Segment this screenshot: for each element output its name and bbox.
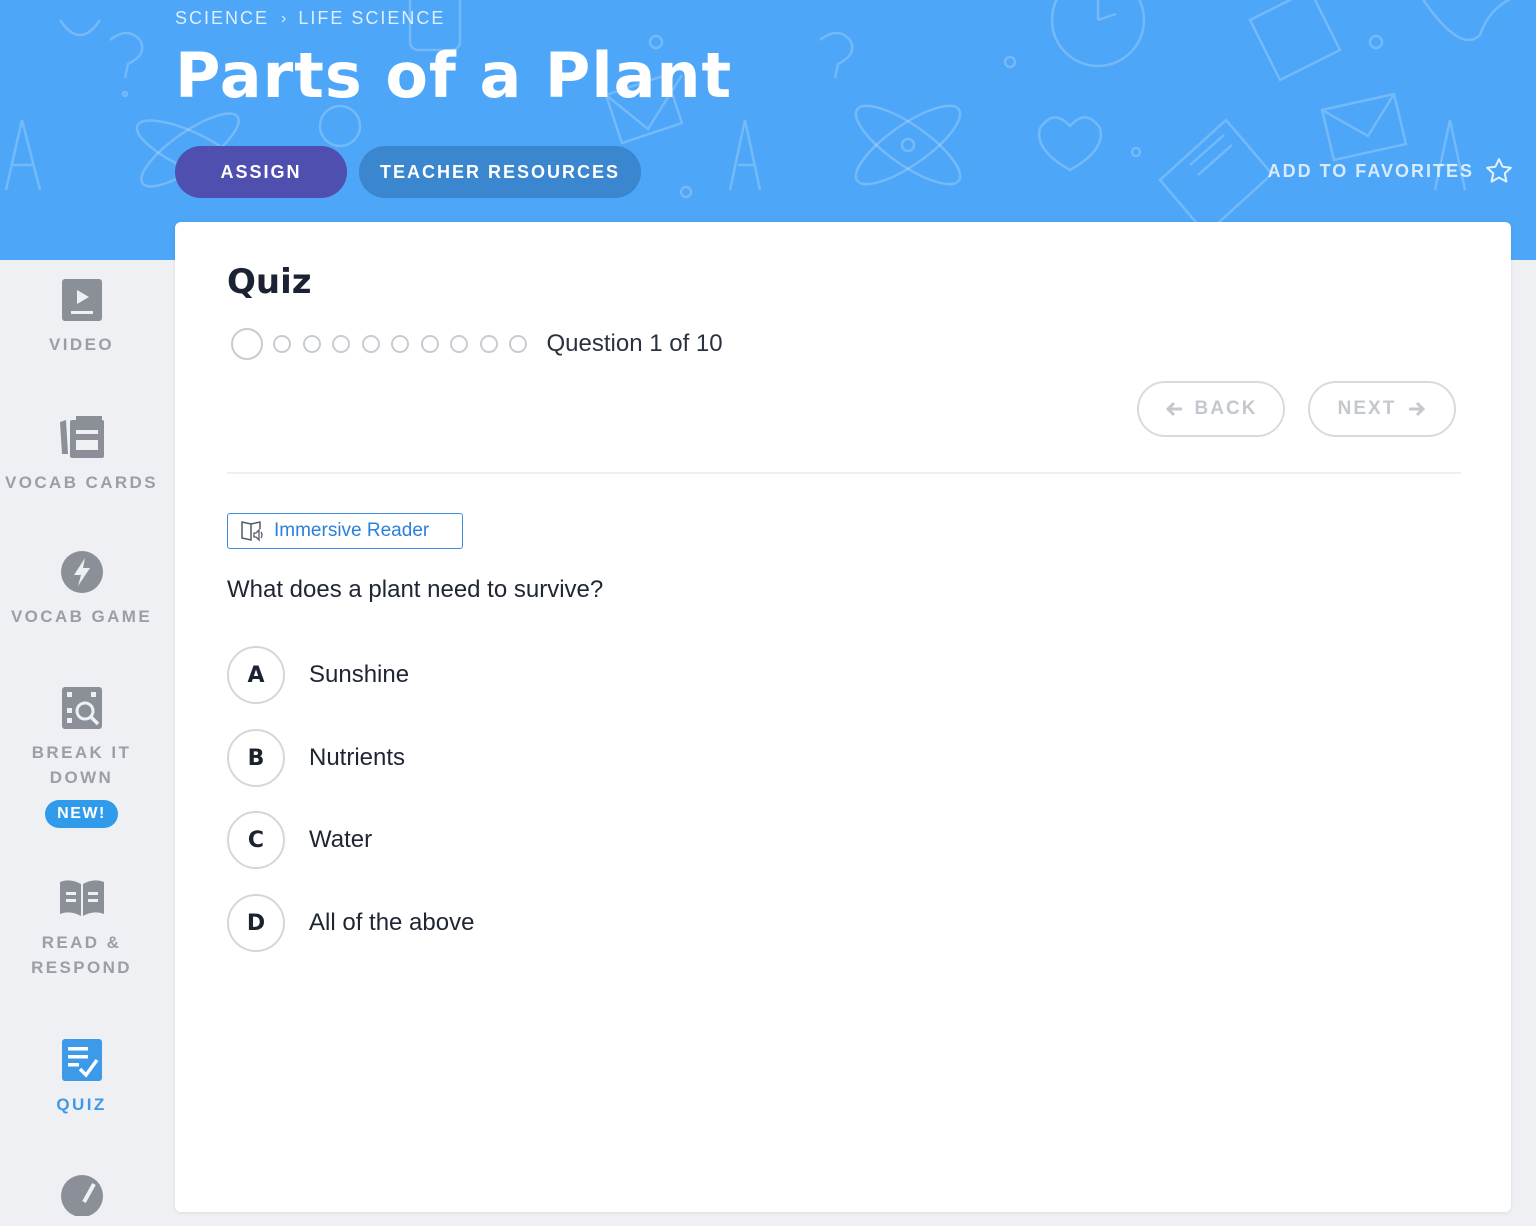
add-to-favorites-button[interactable]: ADD TO FAVORITES [1268,156,1514,186]
pencil-check-icon [60,1175,103,1216]
progress-dot[interactable] [302,335,321,353]
sidebar-item-read-respond[interactable]: READ & RESPOND [0,876,163,980]
sidebar-item-label: VIDEO [49,335,114,354]
progress-dot[interactable] [332,335,350,353]
answer-letter: C [227,811,285,869]
back-label: BACK [1194,398,1258,419]
answer-letter: A [227,646,285,704]
sidebar-item-label-line2: RESPOND [31,958,132,977]
sidebar-item-label-line2: DOWN [49,768,114,787]
lightning-icon [60,551,103,593]
answer-text: All of the above [309,909,475,936]
sidebar-item-break-it-down[interactable]: BREAK IT DOWN NEW! [0,686,163,828]
answer-option-d[interactable]: D All of the above [227,894,474,952]
sidebar-item-label: QUIZ [56,1095,107,1114]
quiz-title: Quiz [227,262,312,302]
progress-dot[interactable] [273,335,291,353]
sidebar-item-label: VOCAB CARDS [5,473,158,492]
add-to-favorites-label: ADD TO FAVORITES [1267,160,1474,181]
progress-dot[interactable] [509,335,527,353]
breadcrumb-life-science[interactable]: LIFE SCIENCE [298,8,445,29]
answer-text: Nutrients [309,744,406,771]
next-button[interactable]: NEXT [1308,381,1456,437]
divider [227,472,1461,474]
immersive-reader-button[interactable]: Immersive Reader [227,513,463,549]
sidebar-item-label: VOCAB GAME [10,607,153,626]
immersive-reader-label: Immersive Reader [274,520,430,541]
back-button[interactable]: BACK [1137,381,1285,437]
sidebar-item-quiz[interactable]: QUIZ [0,1038,163,1117]
video-icon [61,279,102,321]
sidebar-item-vocab-cards[interactable]: VOCAB CARDS [0,414,163,495]
progress-text: Question 1 of 10 [546,330,723,357]
chevron-right-icon: › [281,9,287,27]
quiz-card: Quiz Question 1 of 10 BACK NEXT Immersiv… [175,222,1511,1212]
question-text: What does a plant need to survive? [227,576,604,603]
answer-option-a[interactable]: A Sunshine [227,646,409,704]
activity-sidebar: VIDEO VOCAB CARDS VOCAB GAME BREAK IT DO… [0,260,163,1216]
sidebar-item-video[interactable]: VIDEO [0,278,163,357]
assign-button[interactable]: ASSIGN [175,146,347,198]
arrow-right-icon [1409,401,1426,417]
magnifier-icon [61,687,102,729]
progress-dot-current[interactable] [231,328,263,360]
new-badge: NEW! [45,800,118,828]
progress-dot[interactable] [391,335,409,353]
sidebar-item-partial[interactable] [0,1172,163,1226]
answer-text: Water [309,826,373,853]
breadcrumb: SCIENCE › LIFE SCIENCE [175,8,445,29]
open-book-icon [59,880,104,916]
question-progress: Question 1 of 10 [231,328,723,360]
header-banner: SCIENCE › LIFE SCIENCE Parts of a Plant … [0,0,1536,260]
sidebar-item-label-line1: BREAK IT [31,743,132,762]
answer-option-b[interactable]: B Nutrients [227,729,405,787]
answer-letter: B [227,729,285,787]
progress-dot[interactable] [361,335,380,353]
page-title: Parts of a Plant [175,39,733,112]
progress-dot[interactable] [420,335,439,353]
answer-letter: D [227,894,285,952]
sidebar-item-label-line1: READ & [41,933,122,952]
next-label: NEXT [1337,398,1397,419]
sidebar-item-vocab-game[interactable]: VOCAB GAME [0,550,163,629]
breadcrumb-science[interactable]: SCIENCE [175,8,269,29]
answer-text: Sunshine [309,661,410,688]
immersive-reader-icon [241,521,263,542]
star-icon [1486,158,1512,183]
answer-option-c[interactable]: C Water [227,811,372,869]
arrow-left-icon [1165,401,1182,417]
teacher-resources-button[interactable]: TEACHER RESOURCES [359,146,641,198]
progress-dot[interactable] [450,335,468,353]
vocab-cards-icon [59,416,104,458]
progress-dot[interactable] [479,335,498,353]
quiz-icon [61,1039,102,1081]
